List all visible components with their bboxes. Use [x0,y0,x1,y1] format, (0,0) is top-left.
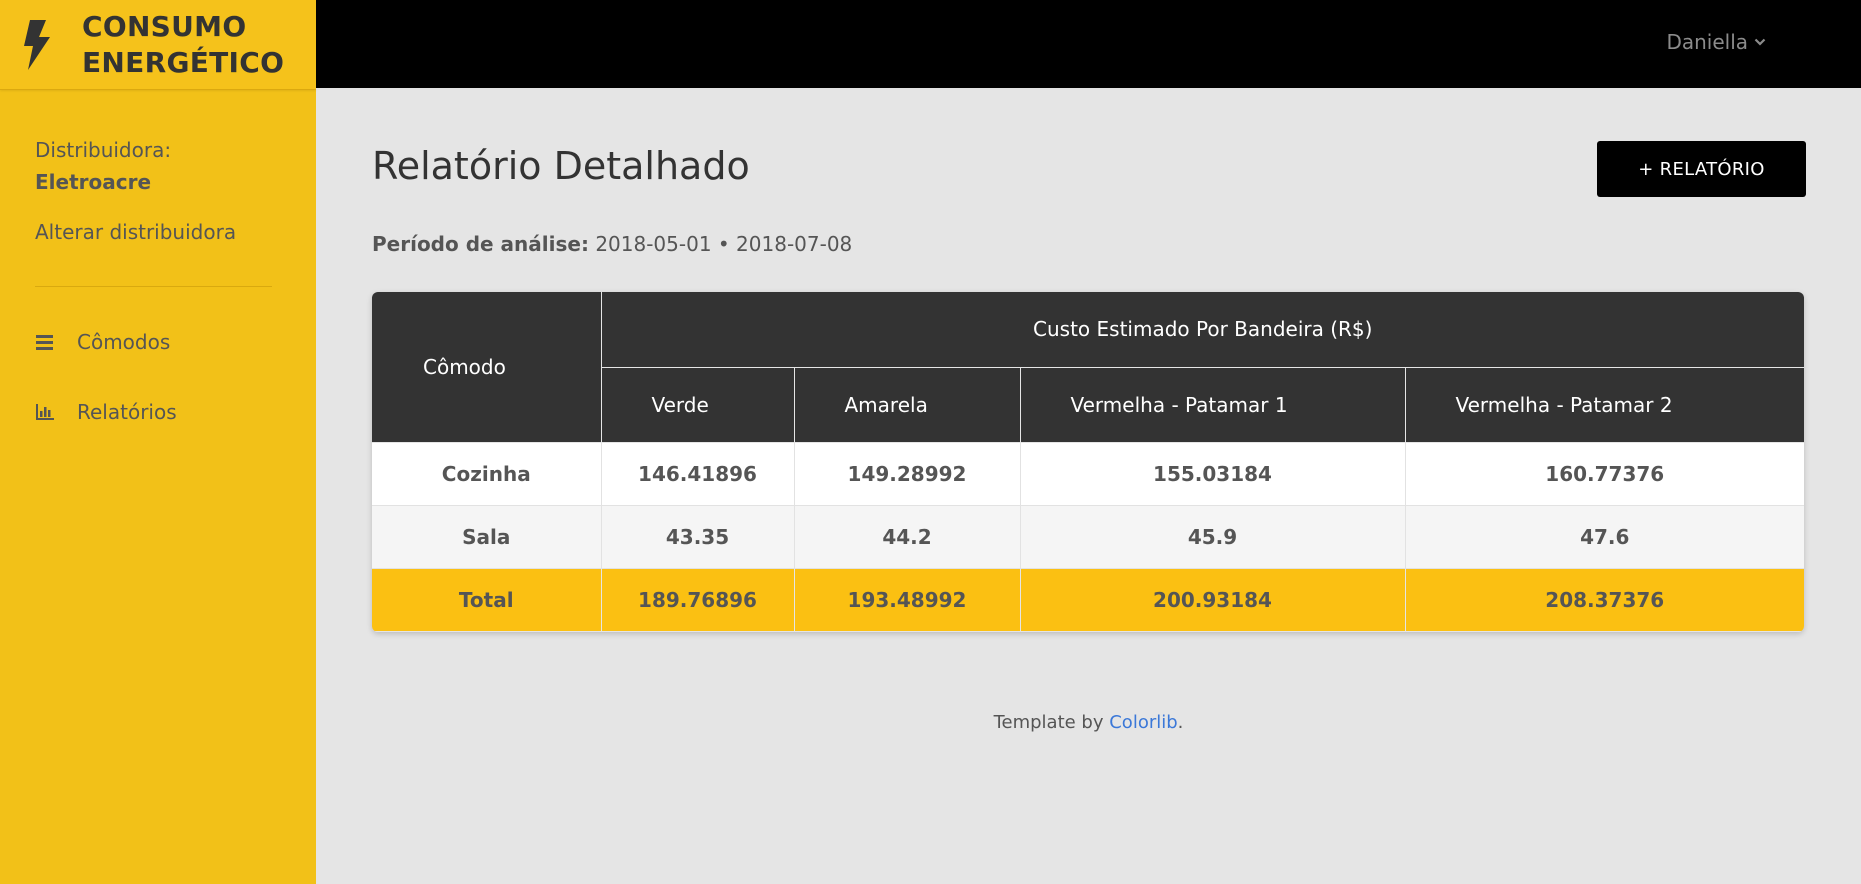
sidebar-item-label: Cômodos [77,330,171,354]
user-menu[interactable]: Daniella [1666,30,1766,54]
colorlib-link[interactable]: Colorlib [1109,712,1177,733]
brand-title: CONSUMO ENERGÉTICO [82,9,284,81]
value-cell: 146.41896 [600,441,795,506]
table-row: Cozinha 146.41896 149.28992 155.03184 16… [372,441,1804,506]
bar-chart-icon [36,404,54,420]
value-cell: 155.03184 [1019,441,1406,506]
bars-icon [36,335,53,350]
sidebar-divider [35,286,272,287]
change-distributor-link[interactable]: Alterar distribuidora [35,220,236,244]
column-header-verde: Verde [600,366,795,443]
value-cell: 200.93184 [1019,567,1406,632]
cost-group-header: Custo Estimado Por Bandeira (R$) [600,292,1804,368]
value-cell: 45.9 [1019,504,1406,569]
bolt-icon [24,19,50,70]
brand[interactable]: CONSUMO ENERGÉTICO [0,0,316,90]
topbar: Daniella [316,0,1861,90]
column-header-vermelha-2: Vermelha - Patamar 2 [1404,366,1804,443]
value-cell: 43.35 [600,504,795,569]
value-cell: 189.76896 [600,567,795,632]
sidebar-item-label: Relatórios [77,400,177,424]
room-cell: Sala [372,504,602,569]
value-cell: 47.6 [1404,504,1804,569]
footer-suffix: . [1177,712,1184,733]
analysis-period: Período de análise: 2018-05-01 • 2018-07… [372,232,852,256]
page-title: Relatório Detalhado [372,144,750,188]
distributor-name: Eletroacre [35,170,152,194]
room-cell: Total [372,567,602,632]
distributor-label: Distribuidora: [35,138,172,162]
table-row: Sala 43.35 44.2 45.9 47.6 [372,504,1804,569]
column-header-amarela: Amarela [793,366,1021,443]
room-cell: Cozinha [372,441,602,506]
report-table: Cômodo Custo Estimado Por Bandeira (R$) … [372,292,1804,632]
value-cell: 149.28992 [793,441,1021,506]
sidebar: CONSUMO ENERGÉTICO Distribuidora: Eletro… [0,0,316,884]
sidebar-item-comodos[interactable]: Cômodos [35,330,170,354]
chevron-down-icon [1754,38,1766,46]
brand-line1: CONSUMO [82,9,247,43]
value-cell: 193.48992 [793,567,1021,632]
footer-prefix: Template by [993,712,1110,733]
total-row: Total 189.76896 193.48992 200.93184 208.… [372,567,1804,632]
room-column-header: Cômodo [372,292,602,443]
period-value: 2018-05-01 • 2018-07-08 [595,232,853,256]
value-cell: 160.77376 [1404,441,1804,506]
sidebar-item-relatorios[interactable]: Relatórios [35,400,177,424]
value-cell: 44.2 [793,504,1021,569]
add-report-button[interactable]: + RELATÓRIO [1597,141,1806,197]
period-label: Período de análise: [372,232,589,256]
value-cell: 208.37376 [1404,567,1804,632]
column-header-vermelha-1: Vermelha - Patamar 1 [1019,366,1406,443]
footer: Template by Colorlib. [0,712,1861,733]
user-name: Daniella [1666,30,1748,54]
brand-line2: ENERGÉTICO [82,45,285,79]
